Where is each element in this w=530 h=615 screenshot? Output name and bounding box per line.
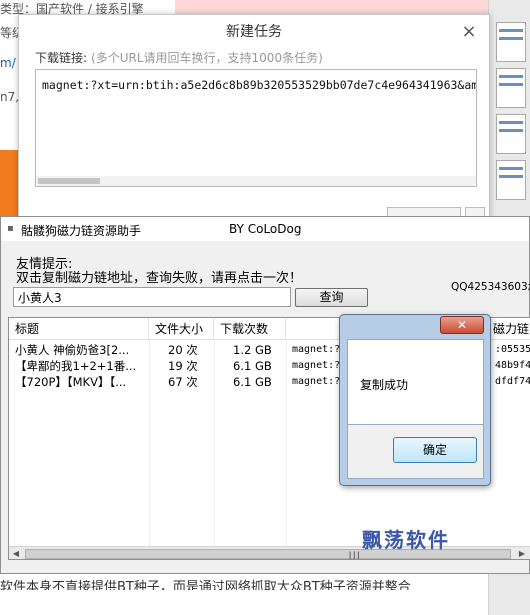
qq-contact: QQ425343603承 [451, 281, 530, 293]
message-text: 复制成功 [360, 378, 409, 392]
background-thumbnail[interactable] [496, 114, 526, 154]
background-text-line: n7, [0, 90, 20, 104]
background-thumbnail[interactable] [496, 22, 526, 62]
list-horizontal-scrollbar[interactable]: ◀ ┃┃┃ ▶ [9, 546, 530, 560]
query-button[interactable]: 查询 [295, 288, 368, 307]
scroll-right-icon[interactable]: ▶ [515, 547, 529, 559]
scroll-left-icon[interactable]: ◀ [9, 547, 23, 559]
search-input[interactable] [13, 287, 291, 307]
watermark-logo: 飘荡软件 [362, 528, 450, 552]
app-titlebar: ▪ 骷髅狗磁力链资源助手 BY CoLoDog [1, 217, 529, 241]
new-task-dialog: 新建任务 × 下载链接: (多个URL请用回车换行，支持1000条任务) magn… [18, 14, 490, 225]
column-header-size[interactable]: 文件大小 [149, 318, 214, 340]
download-link-label-row: 下载链接: (多个URL请用回车换行，支持1000条任务) [35, 49, 323, 66]
close-icon[interactable]: ✕ [440, 316, 484, 334]
row-count: 20 次 [168, 343, 198, 357]
textarea-horizontal-scrollbar[interactable] [36, 176, 476, 186]
scrollbar-thumb[interactable] [38, 178, 100, 184]
download-link-hint: (多个URL请用回车换行，支持1000条任务) [91, 51, 323, 65]
background-thumbnail[interactable] [496, 160, 526, 200]
row-size: 6.1 GB [233, 359, 272, 373]
row-hash: dfdf74 [495, 376, 530, 387]
row-title: 小黄人 神偷奶爸3[2... [15, 343, 130, 357]
row-hash: 48b9f4 [495, 360, 530, 371]
row-title: 【卑鄙的我1+2+1番... [15, 359, 137, 373]
background-link[interactable]: m/ [0, 56, 16, 70]
row-hash: :055352 [495, 344, 530, 355]
grip-icon: ┃┃┃ [348, 552, 361, 560]
column-header-title[interactable]: 标题 [9, 318, 149, 340]
row-count: 67 次 [168, 375, 198, 389]
new-task-title: 新建任务 [226, 24, 282, 40]
download-link-value: magnet:?xt=urn:btih:a5e2d6c8b89b32055352… [42, 78, 477, 92]
message-box: ✕ 复制成功 确定 [339, 314, 491, 486]
tip-text: 双击复制磁力链地址，查询失败，请再点击一次！ [16, 271, 303, 286]
row-size: 1.2 GB [233, 343, 272, 357]
background-thumbnail[interactable] [496, 68, 526, 108]
close-icon[interactable]: × [459, 22, 479, 42]
column-header-downloads[interactable]: 下载次数 [214, 318, 286, 340]
app-title: 骷髅狗磁力链资源助手 [21, 224, 142, 238]
row-size: 6.1 GB [233, 375, 272, 389]
background-orange-block [0, 150, 20, 220]
background-bottom-text: 软件本身不直接提供BT种子，而是通过网络抓取大众BT种子资源并整合 [0, 576, 488, 590]
app-icon: ▪ [7, 223, 14, 234]
ok-button[interactable]: 确定 [393, 437, 477, 463]
row-title: 【720P】【MKV】【... [15, 375, 127, 389]
message-body: 复制成功 [347, 339, 484, 425]
message-footer: 确定 [347, 425, 484, 479]
app-author: BY CoLoDog [229, 222, 302, 236]
download-link-textarea[interactable]: magnet:?xt=urn:btih:a5e2d6c8b89b32055352… [35, 69, 477, 187]
row-count: 19 次 [168, 359, 198, 373]
download-link-label: 下载链接: [35, 51, 88, 65]
column-header-magnet[interactable]: 磁力链 [487, 318, 530, 340]
